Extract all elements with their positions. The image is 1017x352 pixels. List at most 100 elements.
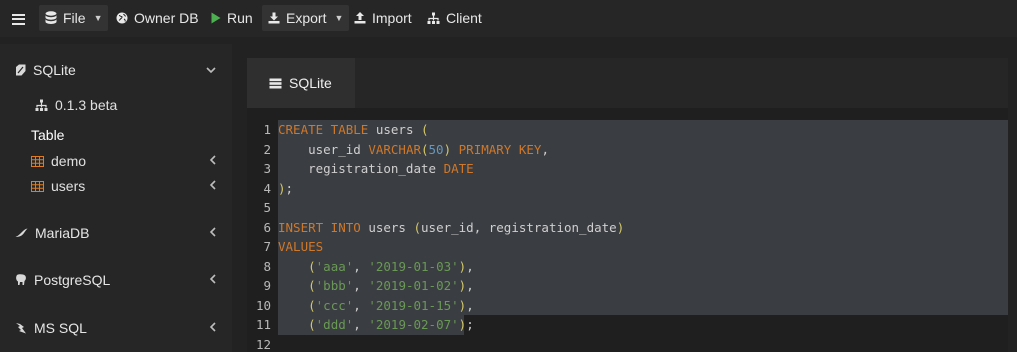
- sidebar-table-users[interactable]: users: [0, 174, 232, 198]
- sidebar-db-mssql[interactable]: MS SQL: [0, 316, 232, 340]
- chevron-left-icon[interactable]: [209, 179, 216, 193]
- string-token: '2019-02-07': [368, 317, 459, 333]
- version-label: 0.1.3 beta: [55, 97, 118, 113]
- number-token: 50: [428, 141, 444, 157]
- line-number: 4: [263, 180, 271, 196]
- sidebar-table-demo[interactable]: demo: [0, 149, 232, 173]
- string-token: 'bbb': [315, 278, 354, 294]
- sidebar-db-sqlite[interactable]: SQLite: [0, 58, 232, 82]
- client-label: Client: [446, 10, 482, 26]
- code-line: 7 VALUES: [247, 237, 1008, 257]
- chevron-left-icon: [209, 273, 216, 287]
- import-button[interactable]: Import: [348, 5, 418, 31]
- paren-token: ): [443, 141, 452, 157]
- string-token: 'aaa': [315, 258, 354, 274]
- code-text: );: [278, 180, 294, 196]
- line-number: 1: [263, 122, 271, 138]
- sidebar-db-postgresql[interactable]: PostgreSQL: [0, 268, 232, 292]
- line-number: 10: [255, 297, 271, 313]
- sitemap-icon: [35, 99, 48, 112]
- feather-icon: [15, 64, 26, 76]
- code-text: CREATE TABLE users (: [278, 122, 429, 138]
- import-label: Import: [372, 10, 412, 26]
- string-token: '2019-01-15': [368, 297, 459, 313]
- toolbar: File ▼ Owner DB Run Export ▼ Import Clie…: [0, 0, 1017, 37]
- client-button[interactable]: Client: [421, 5, 488, 31]
- line-number: 11: [255, 317, 271, 333]
- line-number: 5: [263, 200, 271, 216]
- table-label: users: [51, 178, 86, 194]
- table-icon: [31, 155, 44, 167]
- export-menu-button[interactable]: Export ▼: [262, 5, 350, 31]
- play-icon: [211, 12, 221, 24]
- caret-down-icon: ▼: [334, 13, 344, 23]
- paren-token: (: [421, 122, 429, 138]
- sql-editor[interactable]: 1 CREATE TABLE users ( 2 user_id VARCHAR…: [247, 108, 1008, 352]
- owner-db-button[interactable]: Owner DB: [110, 5, 205, 31]
- code-text: INSERT INTO users (user_id, registration…: [278, 219, 625, 235]
- chevron-left-icon[interactable]: [209, 154, 216, 168]
- run-label: Run: [227, 10, 253, 26]
- code-text: user_id VARCHAR(50) PRIMARY KEY,: [278, 141, 549, 157]
- keyword-token: CREATE TABLE: [278, 122, 369, 138]
- paren-token: (: [413, 219, 422, 235]
- code-text: ('ccc', '2019-01-15'),: [308, 297, 474, 313]
- string-token: 'ccc': [315, 297, 354, 313]
- owner-db-label: Owner DB: [134, 10, 199, 26]
- code-line: 10 ('ccc', '2019-01-15'),: [247, 296, 1008, 316]
- keyword-token: VALUES: [278, 239, 324, 255]
- code-line: 8 ('aaa', '2019-01-03'),: [247, 257, 1008, 277]
- line-number: 9: [263, 278, 271, 294]
- sidebar-db-mariadb[interactable]: MariaDB: [0, 221, 232, 245]
- code-line: 6 INSERT INTO users (user_id, registrati…: [247, 218, 1008, 238]
- paren-token: ): [458, 317, 467, 333]
- code-text: registration_date DATE: [278, 161, 474, 177]
- table-heading-label: Table: [31, 127, 65, 143]
- line-number: 6: [263, 219, 271, 235]
- table-heading: Table: [0, 123, 232, 147]
- line-number: 12: [255, 336, 271, 352]
- server-rack-icon: [269, 78, 282, 89]
- paren-token: (: [308, 258, 316, 274]
- string-token: '2019-01-03': [368, 258, 459, 274]
- keyword-token: VARCHAR: [368, 141, 421, 157]
- chevron-left-icon: [209, 226, 216, 240]
- code-line: 3 registration_date DATE: [247, 159, 1008, 179]
- keyword-token: INSERT INTO: [278, 219, 361, 235]
- code-line: 5: [247, 198, 1008, 218]
- code-line: 11 ('ddd', '2019-02-07');: [247, 315, 1008, 335]
- paren-token: (: [308, 278, 316, 294]
- paren-token: ): [616, 219, 625, 235]
- line-number: 8: [263, 258, 271, 274]
- upload-icon: [354, 12, 366, 24]
- code-line: 2 user_id VARCHAR(50) PRIMARY KEY,: [247, 140, 1008, 160]
- sidebar-version: 0.1.3 beta: [0, 93, 232, 117]
- paren-token: (: [421, 141, 429, 157]
- download-icon: [268, 12, 280, 24]
- paren-token: ): [278, 180, 286, 196]
- export-label: Export: [286, 10, 327, 26]
- chevron-down-icon: [206, 63, 216, 77]
- tab-bar: SQLite: [247, 58, 1008, 108]
- sidebar-db-label: MS SQL: [34, 320, 87, 336]
- string-token: 'ddd': [315, 317, 354, 333]
- paren-token: ): [458, 297, 467, 313]
- hamburger-icon: [12, 13, 25, 25]
- line-number: 2: [263, 141, 271, 157]
- sidebar-db-label: SQLite: [33, 62, 76, 78]
- paren-token: ): [458, 258, 467, 274]
- code-line: 4 );: [247, 179, 1008, 199]
- code-text: VALUES: [278, 239, 323, 254]
- main-panel: SQLite 1 CREATE TABLE users ( 2 user_id …: [247, 58, 1008, 352]
- line-number: 7: [263, 239, 271, 255]
- seal-icon: [15, 228, 28, 238]
- caret-down-icon: ▼: [93, 13, 103, 23]
- database-icon: [45, 11, 57, 25]
- run-button[interactable]: Run: [205, 5, 259, 31]
- keyword-token: DATE: [443, 161, 474, 177]
- sidebar-db-label: PostgreSQL: [34, 272, 111, 288]
- file-menu-button[interactable]: File ▼: [39, 5, 109, 31]
- code-line: 9 ('bbb', '2019-01-02'),: [247, 276, 1008, 296]
- tab-sqlite[interactable]: SQLite: [247, 58, 355, 108]
- menu-button[interactable]: [6, 6, 31, 32]
